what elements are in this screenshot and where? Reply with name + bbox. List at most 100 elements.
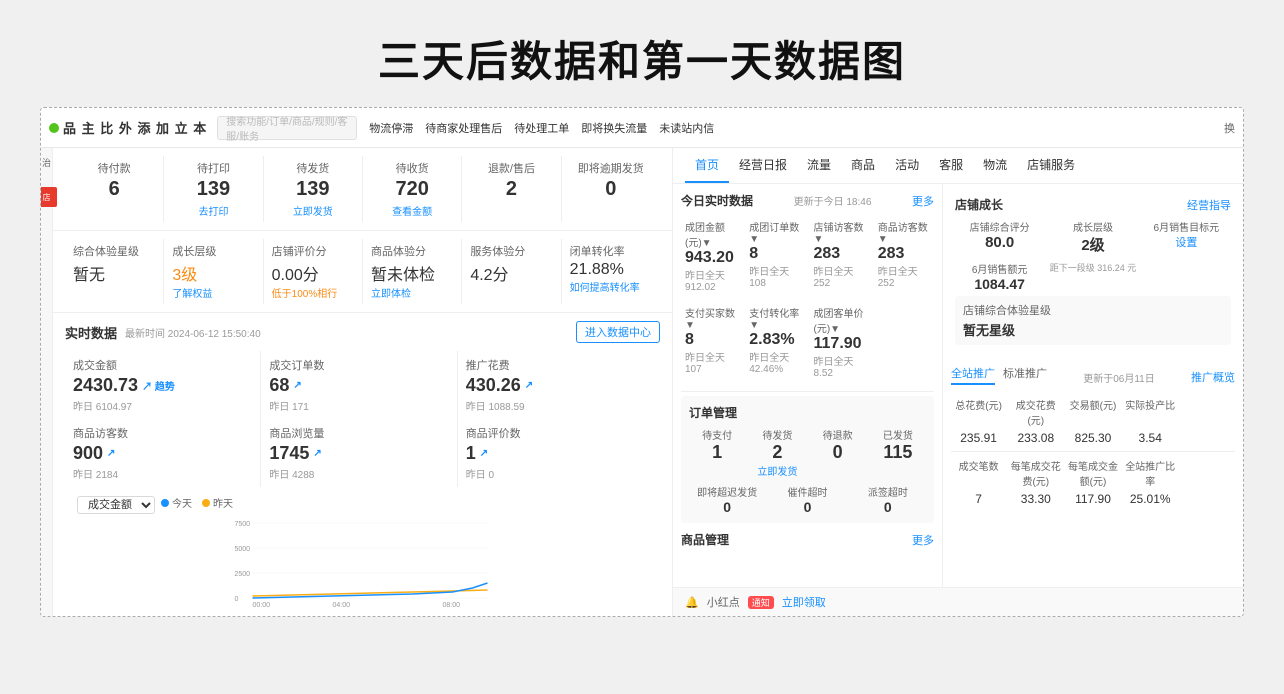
search-placeholder: 搜索功能/订单/商品/规则/客服/账务	[226, 113, 348, 143]
order-section-header: 订单管理	[689, 404, 926, 421]
check-now-link[interactable]: 立即体检	[371, 285, 453, 300]
rt-trend-reviews[interactable]: ↗	[480, 448, 488, 459]
right-main: 今日实时数据 更新于今日 18:46 更多 成团金额(元)▼ 943.20 昨日…	[673, 184, 943, 587]
metric-product-score: 商品体验分 暂未体检 立即体检	[363, 239, 462, 304]
set-target-link[interactable]: 设置	[1142, 234, 1231, 250]
stat-pending-receive: 待收货 720 查看金额	[363, 156, 462, 222]
today-item-amount: 成团金额(元)▼ 943.20 昨日全天 912.02	[681, 215, 741, 297]
sec-nav-shop-services[interactable]: 店铺服务	[1017, 148, 1085, 183]
order-ship-link[interactable]: 立即发货	[749, 463, 805, 478]
chart-container: 7500 5000 2500 0	[77, 518, 648, 608]
nav-item-messages[interactable]: 未读站内信	[659, 120, 714, 136]
shop-growth-section: 店铺成长 经营指导 店铺综合评分 80.0 成长层级 2级	[951, 192, 1235, 357]
growth-level: 成长层级 2级	[1048, 219, 1137, 255]
top-nav: 品 主 比 外 添 加 立 本 搜索功能/订单/商品/规则/客服/账务 物流停滞…	[41, 108, 1243, 148]
sec-nav-activities[interactable]: 活动	[885, 148, 929, 183]
order-pending-refund: 待退款 0	[810, 427, 866, 478]
chart-select-dropdown[interactable]: 成交金额	[77, 496, 155, 514]
today-section-header: 今日实时数据 更新于今日 18:46 更多	[681, 192, 934, 209]
promo-overview-link[interactable]: 推广概览	[1191, 369, 1235, 385]
metric-exp-star: 综合体验星级 暂无	[65, 239, 164, 304]
product-mgmt-more[interactable]: 更多	[912, 532, 934, 548]
star-level-label: 店铺综合体验星级	[963, 302, 1223, 318]
nav-more[interactable]: 换	[1224, 120, 1235, 136]
promo-tab-standard[interactable]: 标准推广	[1003, 365, 1047, 385]
today-more-link[interactable]: 更多	[912, 193, 934, 209]
svg-text:0: 0	[235, 596, 239, 603]
view-amount-link[interactable]: 查看金额	[392, 203, 432, 218]
sec-nav-service[interactable]: 客服	[929, 148, 973, 183]
svg-text:08:00: 08:00	[443, 602, 461, 608]
ship-now-link[interactable]: 立即发货	[293, 203, 333, 218]
dashboard: 品 主 比 外 添 加 立 本 搜索功能/订单/商品/规则/客服/账务 物流停滞…	[40, 107, 1244, 617]
sec-nav-products[interactable]: 商品	[841, 148, 885, 183]
right-content: 今日实时数据 更新于今日 18:46 更多 成团金额(元)▼ 943.20 昨日…	[673, 184, 1243, 587]
today-item-avg-price: 成团客单价(元)▼ 117.90 昨日全天 8.52	[810, 301, 870, 383]
improve-conversion-link[interactable]: 如何提高转化率	[570, 279, 652, 294]
sec-nav-logistics[interactable]: 物流	[973, 148, 1017, 183]
product-mgmt-title: 商品管理	[681, 531, 729, 548]
rt-item-promotion: 推广花费 430.26 ↗ 昨日 1088.59	[458, 351, 654, 419]
sec-nav-home[interactable]: 首页	[685, 148, 729, 183]
rt-item-reviews: 商品评价数 1 ↗ 昨日 0	[458, 419, 654, 487]
today-item-product-visitors: 商品访客数▼ 283 昨日全天 252	[874, 215, 934, 297]
rt-trend-promo[interactable]: ↗	[525, 380, 533, 391]
svg-text:5000: 5000	[235, 546, 251, 553]
go-print-link[interactable]: 去打印	[198, 203, 228, 218]
nav-item-traffic[interactable]: 即将换失流量	[581, 120, 647, 136]
order-pending-ship: 待发货 2 立即发货	[749, 427, 805, 478]
shop-score: 店铺综合评分 80.0	[955, 219, 1044, 255]
shop-metrics: 店铺综合评分 80.0 成长层级 2级 6月销售目标元 设置	[955, 219, 1231, 255]
divider-1	[681, 391, 934, 392]
page-title: 三天后数据和第一天数据图	[0, 0, 1284, 107]
rt-trend-visitors[interactable]: ↗	[107, 448, 115, 459]
shop-growth-header: 店铺成长 经营指导	[955, 196, 1231, 213]
rt-trend-amount[interactable]: ↗ 趋势	[142, 378, 175, 393]
metric-service-score: 服务体验分 4.2分	[462, 239, 561, 304]
logo-text: 品 主 比 外 添 加 立 本	[63, 118, 207, 137]
star-level-section: 店铺综合体验星级 暂无星级	[955, 296, 1231, 345]
today-realtime-section: 今日实时数据 更新于今日 18:46 更多 成团金额(元)▼ 943.20 昨日…	[681, 192, 934, 383]
promo-divider	[951, 451, 1235, 452]
product-management-section: 商品管理 更多	[681, 531, 934, 548]
order-grid-row1: 待支付 1 待发货 2 立即发货 待退款 0	[689, 427, 926, 478]
sales-target: 6月销售目标元 设置	[1142, 219, 1231, 255]
order-overdue-ship: 即将超迟发货 0	[689, 484, 765, 515]
sidebar-label: 治	[40, 158, 53, 167]
rt-trend-views[interactable]: ↗	[313, 448, 321, 459]
search-bar[interactable]: 搜索功能/订单/商品/规则/客服/账务	[217, 116, 357, 140]
promo-tab-all[interactable]: 全站推广	[951, 365, 995, 385]
shop-growth-link[interactable]: 经营指导	[1187, 197, 1231, 213]
promo-update-time: 更新于06月11日	[1083, 370, 1155, 385]
nav-item-logistics[interactable]: 物流停滞	[369, 120, 413, 136]
bottom-bar-badge: 通知	[748, 596, 774, 609]
promo-tabs: 全站推广 标准推广	[951, 365, 1047, 385]
order-urge-timeout: 催件超时 0	[769, 484, 845, 515]
logo-dot	[49, 123, 59, 133]
rt-trend-orders[interactable]: ↗	[293, 380, 301, 391]
svg-text:00:00: 00:00	[253, 602, 271, 608]
chart-legend: 今天 昨天	[161, 495, 233, 510]
enter-data-center-button[interactable]: 进入数据中心	[576, 321, 660, 343]
bottom-bar-text: 小红点	[707, 594, 740, 610]
sales-sub: 距下一段级 316.24 元	[1048, 261, 1137, 292]
metric-conversion: 闭单转化率 21.88% 如何提高转化率	[562, 239, 660, 304]
bottom-bar-link[interactable]: 立即领取	[782, 594, 826, 610]
right-side: 店铺成长 经营指导 店铺综合评分 80.0 成长层级 2级	[943, 184, 1243, 587]
sec-nav-traffic[interactable]: 流量	[797, 148, 841, 183]
sec-nav-daily[interactable]: 经营日报	[729, 148, 797, 183]
realtime-title: 实时数据	[65, 323, 117, 342]
nav-item-aftersale[interactable]: 待商家处理售后	[425, 120, 502, 136]
today-item-buyers: 支付买家数▼ 8 昨日全天 107	[681, 301, 741, 383]
today-grid: 成团金额(元)▼ 943.20 昨日全天 912.02 成团订单数▼ 8 昨日全…	[681, 215, 934, 383]
svg-text:7500: 7500	[235, 521, 251, 528]
nav-item-workorder[interactable]: 待处理工单	[514, 120, 569, 136]
order-pending-pay: 待支付 1	[689, 427, 745, 478]
today-item-conversion: 支付转化率▼ 2.83% 昨日全天 42.46%	[745, 301, 805, 383]
understand-rights-link[interactable]: 了解权益	[172, 285, 254, 300]
promo-header: 全站推广 标准推广 更新于06月11日 推广概览	[951, 365, 1235, 389]
stat-refund: 退款/售后 2	[462, 156, 561, 222]
stat-pending-print: 待打印 139 去打印	[164, 156, 263, 222]
sales-amount: 6月销售额元 1084.47	[955, 261, 1044, 292]
product-mgmt-header: 商品管理 更多	[681, 531, 934, 548]
